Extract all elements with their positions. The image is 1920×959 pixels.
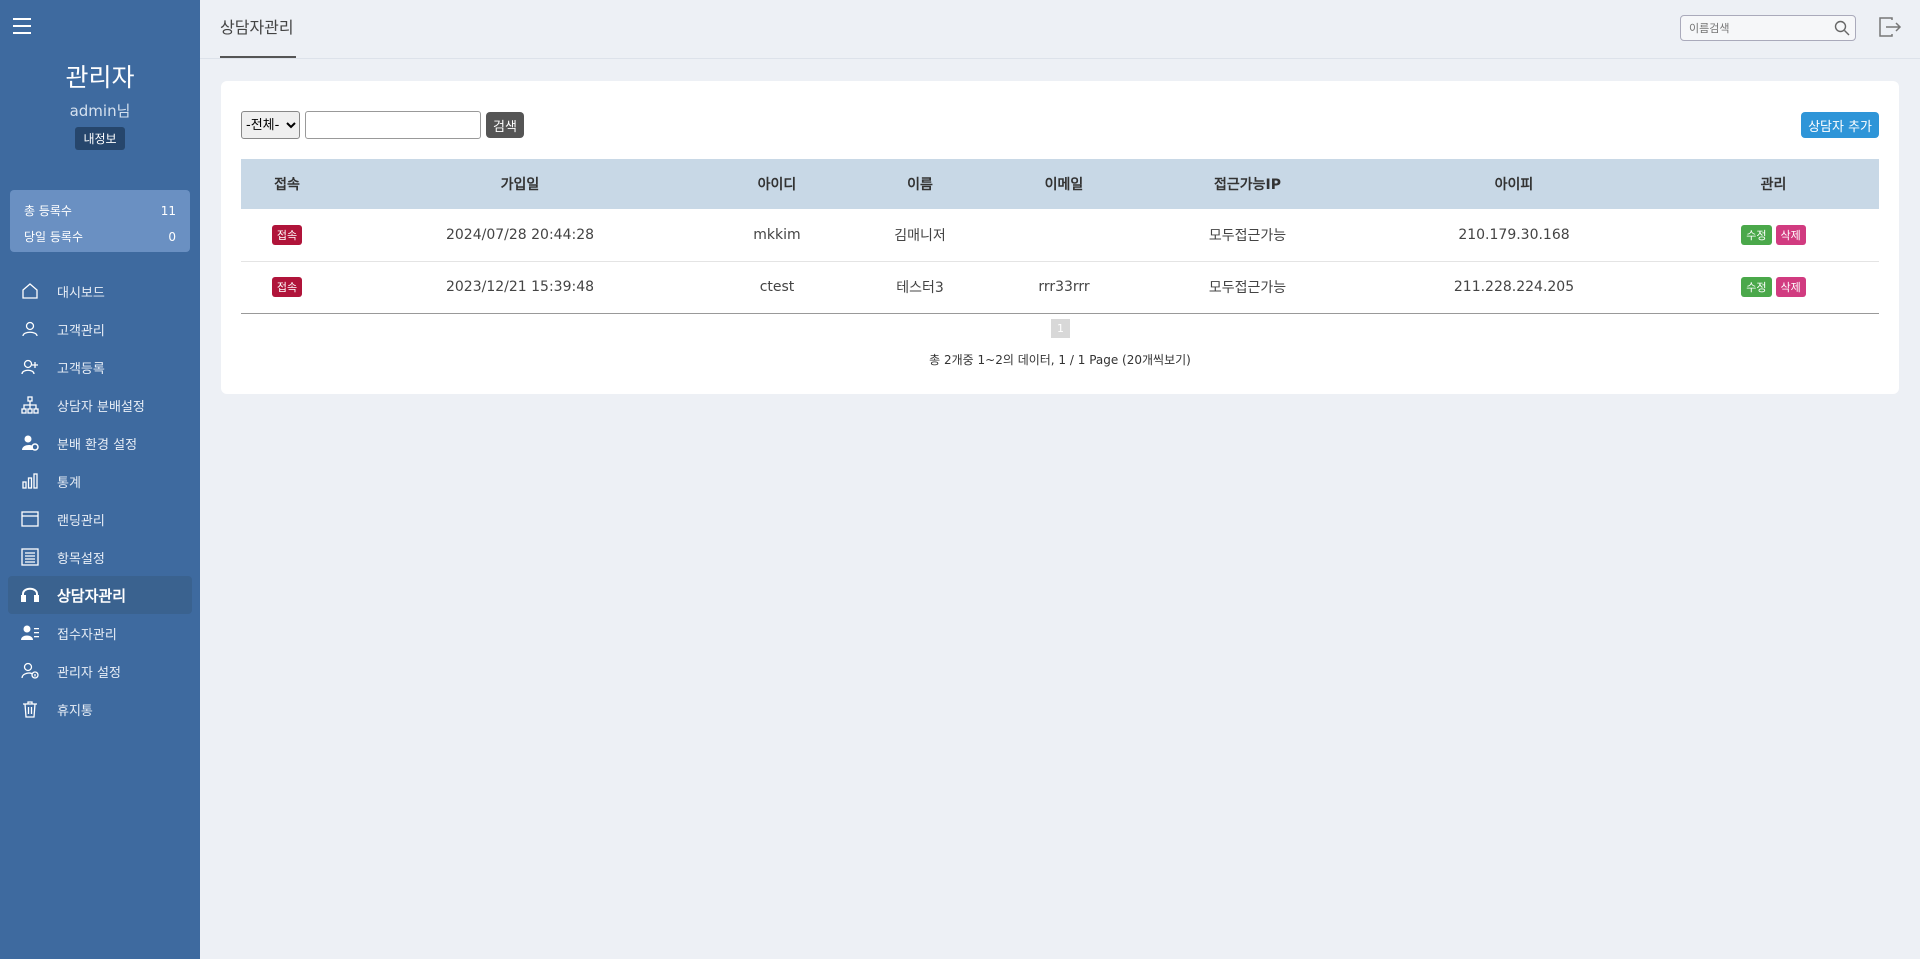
sitemap-icon [21,396,39,414]
sidebar-item-label: 고객관리 [57,323,105,339]
sidebar: 관리자 admin님 내정보 총 등록수 11 당일 등록수 0 대시보드 고객… [0,0,200,959]
sidebar-item-label: 랜딩관리 [57,513,105,529]
status-badge: 접속 [271,224,303,245]
stat-total: 총 등록수 11 [24,198,176,224]
stat-today-value: 0 [168,230,176,244]
cell-status: 접속 [241,261,333,314]
sidebar-item-label: 상담자관리 [57,586,127,605]
sidebar-item-label: 고객등록 [57,361,105,377]
user-info-icon [21,662,39,679]
sidebar-item-label: 항목설정 [57,551,105,567]
page-number-current[interactable]: 1 [1051,319,1070,338]
user-gear-icon [22,435,39,451]
name-search-box [1680,15,1856,41]
headset-icon [21,587,39,602]
sidebar-item-customer-register[interactable]: 고객등록 [8,348,192,386]
sidebar-item-field-settings[interactable]: 항목설정 [8,538,192,576]
sidebar-item-distribution[interactable]: 상담자 분배설정 [8,386,192,424]
add-counselor-button[interactable]: 상담자 추가 [1801,112,1879,138]
edit-button[interactable]: 수정 [1741,277,1772,297]
home-icon [22,283,38,299]
cell-joined: 2024/07/28 20:44:28 [333,209,707,262]
cell-manage: 수정 삭제 [1668,209,1879,262]
window-icon [21,511,39,527]
delete-button[interactable]: 삭제 [1775,224,1806,245]
cell-allowed-ip: 모두접근가능 [1135,209,1360,262]
sidebar-item-label: 통계 [57,475,81,491]
trash-icon [23,701,37,718]
cell-status: 접속 [241,209,333,262]
counselor-table: 접속 가입일 아이디 이름 이메일 접근가능IP 아이피 관리 접속 2024/… [241,159,1879,314]
stat-today-label: 당일 등록수 [24,230,84,244]
cell-id: ctest [707,261,847,314]
edit-button[interactable]: 수정 [1741,224,1772,245]
header-status: 접속 [241,159,333,209]
header-email: 이메일 [993,159,1135,209]
sidebar-item-distribution-settings[interactable]: 분배 환경 설정 [8,424,192,462]
profile-username: admin님 [69,102,131,120]
sidebar-item-label: 관리자 설정 [57,665,121,681]
user-icon [22,321,38,337]
filter-select[interactable]: -전체- [241,111,300,139]
sidebar-item-trash[interactable]: 휴지통 [8,690,192,728]
sidebar-item-label: 휴지통 [57,703,93,719]
header-ip: 아이피 [1360,159,1668,209]
sidebar-item-receptionists[interactable]: 접수자관리 [8,614,192,652]
filter-bar: -전체- 검색 [241,111,524,139]
bar-chart-icon [22,473,38,489]
cell-allowed-ip: 모두접근가능 [1135,261,1360,314]
sidebar-item-dashboard[interactable]: 대시보드 [8,272,192,310]
sidebar-item-counselors[interactable]: 상담자관리 [8,576,192,614]
pagination-summary: 총 2개중 1~2의 데이터, 1 / 1 Page (20개씩보기) [929,353,1191,367]
profile-role: 관리자 [65,63,135,92]
cell-name: 김매니저 [847,209,993,262]
hamburger-menu-icon[interactable] [13,18,31,34]
stat-total-value: 11 [160,204,176,218]
page-title: 상담자관리 [220,0,296,58]
cell-ip: 210.179.30.168 [1360,209,1668,262]
header-name: 이름 [847,159,993,209]
header-manage: 관리 [1668,159,1879,209]
cell-joined: 2023/12/21 15:39:48 [333,261,707,314]
cell-name: 테스터3 [847,261,993,314]
header-id: 아이디 [707,159,847,209]
cell-id: mkkim [707,209,847,262]
table-row: 접속 2023/12/21 15:39:48 ctest 테스터3 rrr33r… [241,261,1879,314]
sidebar-item-statistics[interactable]: 통계 [8,462,192,500]
stat-today: 당일 등록수 0 [24,224,176,250]
sidebar-item-landing[interactable]: 랜딩관리 [8,500,192,538]
header-joined: 가입일 [333,159,707,209]
registration-stats: 총 등록수 11 당일 등록수 0 [10,190,190,252]
keyword-input[interactable] [305,111,481,139]
list-icon [21,548,39,566]
counselor-list-card: -전체- 검색 상담자 추가 접속 가입일 아이디 이름 이메일 접근가능IP … [221,81,1899,394]
cell-email [993,209,1135,262]
user-list-icon [21,625,39,640]
status-badge: 접속 [271,277,303,297]
logout-icon[interactable] [1878,16,1902,38]
stat-total-label: 총 등록수 [24,204,72,218]
name-search-input[interactable] [1681,16,1827,40]
my-info-button[interactable]: 내정보 [75,127,125,150]
header-allowed-ip: 접근가능IP [1135,159,1360,209]
sidebar-item-label: 상담자 분배설정 [57,399,145,415]
top-bar: 상담자관리 [200,0,1920,59]
table-row: 접속 2024/07/28 20:44:28 mkkim 김매니저 모두접근가능… [241,209,1879,262]
cell-email: rrr33rrr [993,261,1135,314]
table-header-row: 접속 가입일 아이디 이름 이메일 접근가능IP 아이피 관리 [241,159,1879,209]
cell-manage: 수정 삭제 [1668,261,1879,314]
profile: 관리자 admin님 내정보 [0,60,200,150]
search-icon[interactable] [1834,20,1850,36]
sidebar-item-admin-settings[interactable]: 관리자 설정 [8,652,192,690]
sidebar-item-customers[interactable]: 고객관리 [8,310,192,348]
sidebar-item-label: 분배 환경 설정 [57,437,138,453]
sidebar-menu: 대시보드 고객관리 고객등록 상담자 분배설정 분배 환경 설정 통계 랜딩관리 [8,272,192,728]
cell-ip: 211.228.224.205 [1360,261,1668,314]
sidebar-item-label: 대시보드 [57,285,105,301]
search-button[interactable]: 검색 [486,112,524,138]
user-plus-icon [21,359,38,375]
sidebar-item-label: 접수자관리 [57,627,117,643]
delete-button[interactable]: 삭제 [1775,277,1806,297]
